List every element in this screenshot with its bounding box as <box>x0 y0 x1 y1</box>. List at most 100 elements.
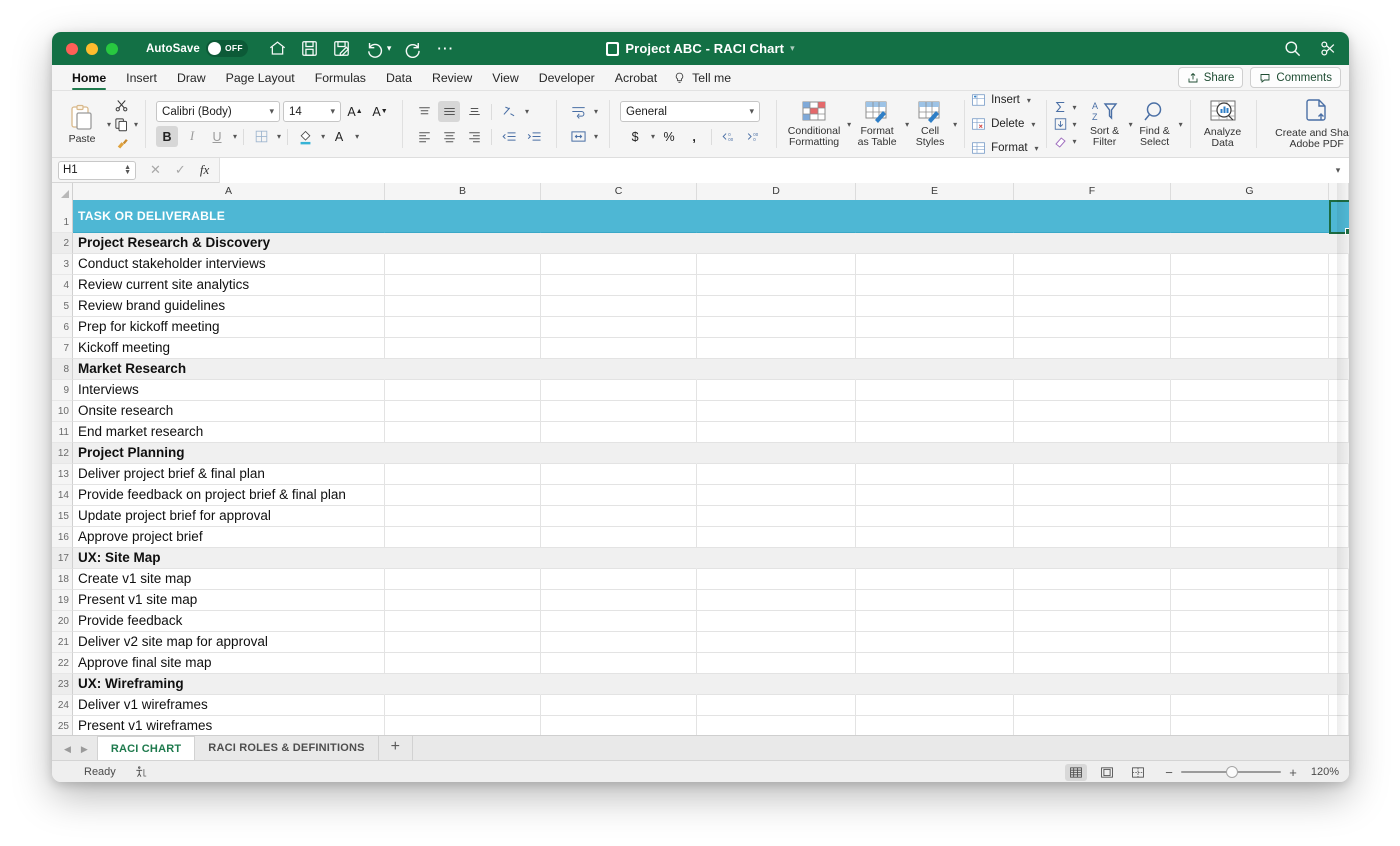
copy-dropdown-icon[interactable]: ▾ <box>134 120 138 129</box>
cell-B18[interactable] <box>385 569 541 590</box>
bold-button[interactable]: B <box>156 126 178 147</box>
tab-page-layout[interactable]: Page Layout <box>216 65 305 91</box>
sort-filter-button[interactable]: A Z Sort & Filter <box>1083 100 1127 148</box>
cell-G8[interactable] <box>1171 359 1329 380</box>
cell-G13[interactable] <box>1171 464 1329 485</box>
cell-C15[interactable] <box>541 506 697 527</box>
row-header-5[interactable]: 5 <box>52 296 73 317</box>
format-painter-button[interactable] <box>114 136 138 151</box>
cancel-formula-icon[interactable]: ✕ <box>150 162 161 178</box>
tab-view[interactable]: View <box>482 65 528 91</box>
normal-view-button[interactable] <box>1065 764 1087 781</box>
cell-D20[interactable] <box>697 611 856 632</box>
cell-A25[interactable]: Present v1 wireframes <box>73 716 385 735</box>
undo-icon[interactable] <box>364 39 383 58</box>
cell-H4[interactable] <box>1329 275 1349 296</box>
cell-B2[interactable] <box>385 233 541 254</box>
cell-F20[interactable] <box>1014 611 1171 632</box>
cell-D2[interactable] <box>697 233 856 254</box>
row-header-18[interactable]: 18 <box>52 569 73 590</box>
tell-me-box[interactable]: Tell me <box>667 65 741 91</box>
cell-E11[interactable] <box>856 422 1014 443</box>
share-button[interactable]: Share <box>1178 67 1244 88</box>
expand-formula-bar-icon[interactable]: ▾ <box>1327 158 1349 183</box>
cell-F7[interactable] <box>1014 338 1171 359</box>
cell-B5[interactable] <box>385 296 541 317</box>
borders-dropdown-icon[interactable]: ▾ <box>277 132 281 141</box>
cell-B9[interactable] <box>385 380 541 401</box>
fill-dropdown-icon[interactable]: ▾ <box>1073 120 1077 129</box>
row-header-2[interactable]: 2 <box>52 233 73 254</box>
cell-E23[interactable] <box>856 674 1014 695</box>
maximize-window-button[interactable] <box>106 43 118 55</box>
cell-C20[interactable] <box>541 611 697 632</box>
cell-H9[interactable] <box>1329 380 1349 401</box>
cell-F1[interactable] <box>1014 200 1171 233</box>
cell-B14[interactable] <box>385 485 541 506</box>
cell-B25[interactable] <box>385 716 541 735</box>
cell-F3[interactable] <box>1014 254 1171 275</box>
cell-G3[interactable] <box>1171 254 1329 275</box>
insert-function-icon[interactable]: fx <box>200 162 209 178</box>
cell-E15[interactable] <box>856 506 1014 527</box>
row-header-12[interactable]: 12 <box>52 443 73 464</box>
cell-E19[interactable] <box>856 590 1014 611</box>
cell-E9[interactable] <box>856 380 1014 401</box>
cell-D21[interactable] <box>697 632 856 653</box>
cell-F5[interactable] <box>1014 296 1171 317</box>
cell-C5[interactable] <box>541 296 697 317</box>
paste-button[interactable]: Paste <box>59 104 105 145</box>
cell-A6[interactable]: Prep for kickoff meeting <box>73 317 385 338</box>
close-window-button[interactable] <box>66 43 78 55</box>
cell-A16[interactable]: Approve project brief <box>73 527 385 548</box>
cell-H23[interactable] <box>1329 674 1349 695</box>
cell-E25[interactable] <box>856 716 1014 735</box>
cell-C22[interactable] <box>541 653 697 674</box>
cell-B4[interactable] <box>385 275 541 296</box>
cell-H8[interactable] <box>1329 359 1349 380</box>
cell-H3[interactable] <box>1329 254 1349 275</box>
cell-C4[interactable] <box>541 275 697 296</box>
cell-A10[interactable]: Onsite research <box>73 401 385 422</box>
align-top-button[interactable] <box>413 101 435 122</box>
cell-C2[interactable] <box>541 233 697 254</box>
cell-F6[interactable] <box>1014 317 1171 338</box>
tab-insert[interactable]: Insert <box>116 65 167 91</box>
confirm-formula-icon[interactable]: ✓ <box>175 162 186 178</box>
cell-D18[interactable] <box>697 569 856 590</box>
cell-D9[interactable] <box>697 380 856 401</box>
row-header-1[interactable]: 1 <box>52 200 73 233</box>
tab-acrobat[interactable]: Acrobat <box>605 65 667 91</box>
clear-button[interactable]: ▾ <box>1053 134 1077 148</box>
align-middle-button[interactable] <box>438 101 460 122</box>
cell-F22[interactable] <box>1014 653 1171 674</box>
cell-G1[interactable] <box>1171 200 1329 233</box>
cell-D1[interactable] <box>697 200 856 233</box>
cell-D12[interactable] <box>697 443 856 464</box>
sheet-tab-raci-roles[interactable]: RACI ROLES & DEFINITIONS <box>195 736 378 760</box>
cell-F10[interactable] <box>1014 401 1171 422</box>
cell-A15[interactable]: Update project brief for approval <box>73 506 385 527</box>
column-header-E[interactable]: E <box>856 183 1014 200</box>
formula-input[interactable] <box>219 158 1327 183</box>
cell-A12[interactable]: Project Planning <box>73 443 385 464</box>
cell-E5[interactable] <box>856 296 1014 317</box>
column-header-D[interactable]: D <box>697 183 856 200</box>
analyze-data-button[interactable]: Analyze Data <box>1197 99 1249 149</box>
underline-dropdown-icon[interactable]: ▾ <box>233 132 237 141</box>
cell-B21[interactable] <box>385 632 541 653</box>
cell-styles-button[interactable]: Cell Styles <box>909 100 951 148</box>
cell-A3[interactable]: Conduct stakeholder interviews <box>73 254 385 275</box>
font-name-select[interactable]: Calibri (Body) ▾ <box>156 101 280 122</box>
tab-draw[interactable]: Draw <box>167 65 216 91</box>
clear-dropdown-icon[interactable]: ▾ <box>1073 137 1077 146</box>
cell-G14[interactable] <box>1171 485 1329 506</box>
cell-C19[interactable] <box>541 590 697 611</box>
format-as-table-button[interactable]: Format as Table <box>851 100 903 148</box>
comments-button[interactable]: Comments <box>1250 67 1341 88</box>
zoom-slider-handle[interactable] <box>1226 766 1238 778</box>
cell-E3[interactable] <box>856 254 1014 275</box>
cell-D25[interactable] <box>697 716 856 735</box>
cell-B3[interactable] <box>385 254 541 275</box>
cell-G11[interactable] <box>1171 422 1329 443</box>
